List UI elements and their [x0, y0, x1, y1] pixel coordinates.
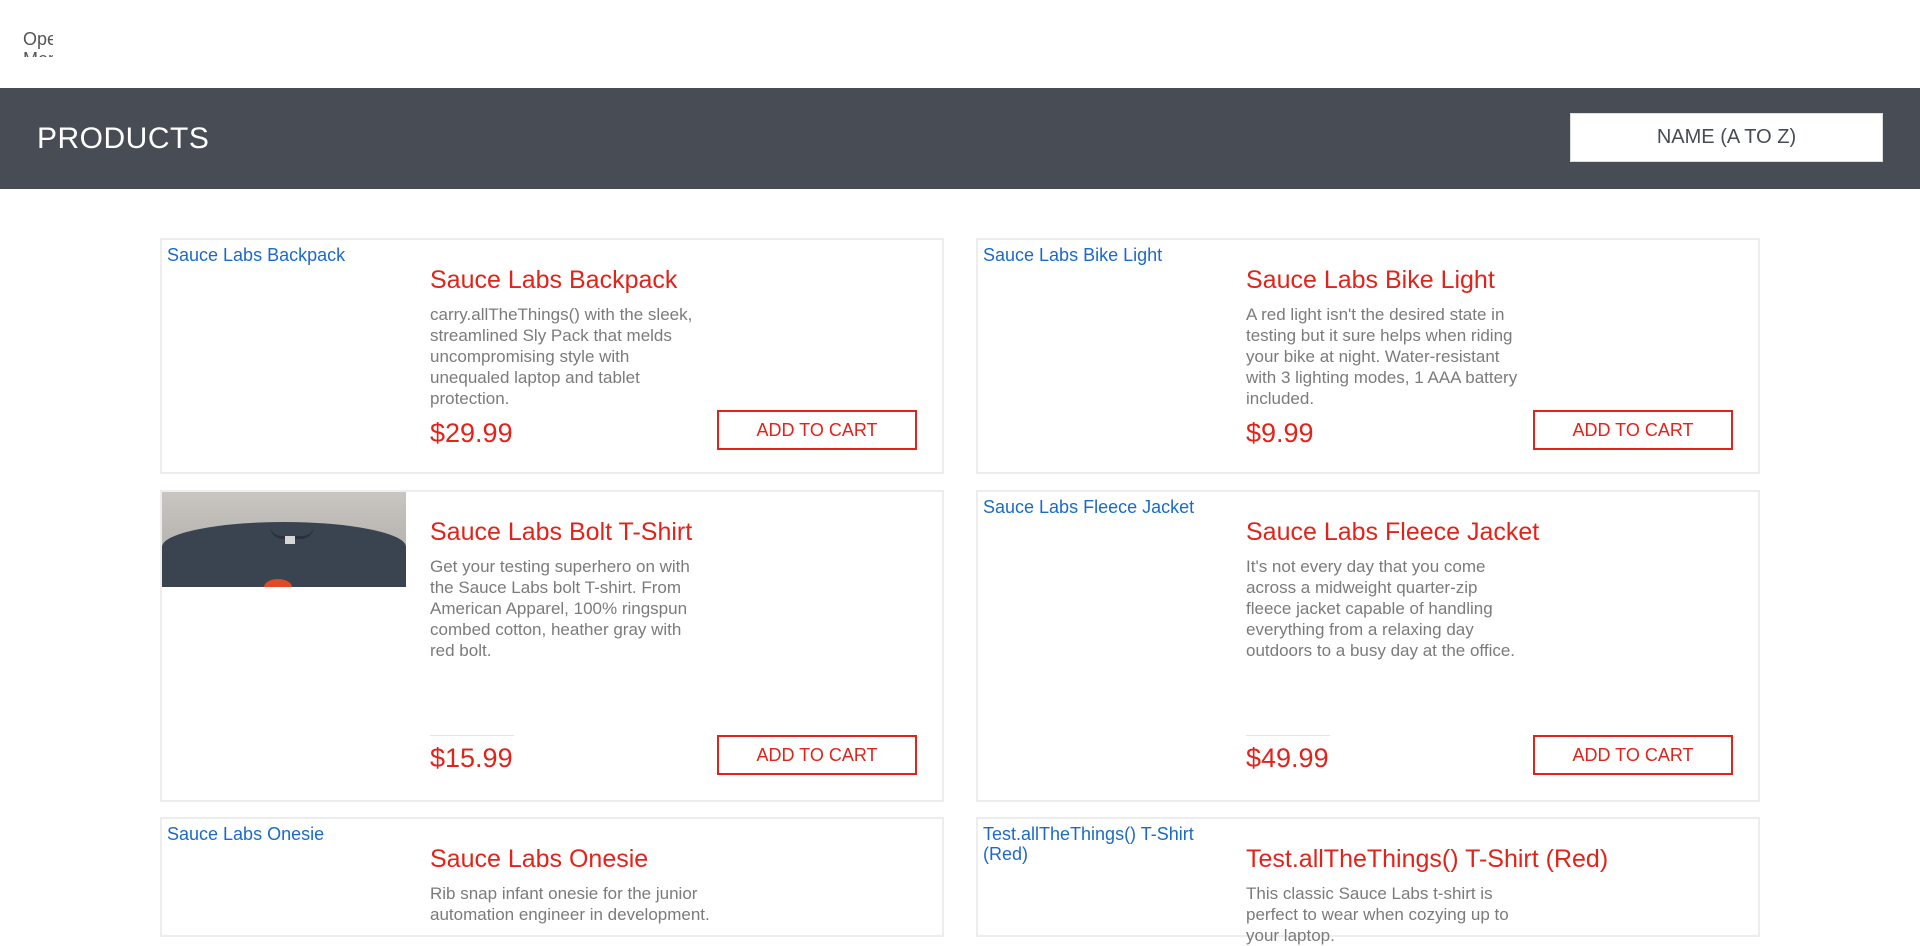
- product-image[interactable]: [162, 492, 406, 587]
- price-divider: [430, 735, 514, 736]
- page-title: PRODUCTS: [37, 122, 210, 155]
- product-price: $29.99: [430, 418, 513, 448]
- add-to-cart-button[interactable]: ADD TO CART: [717, 410, 917, 450]
- sort-select[interactable]: NAME (A TO Z): [1570, 113, 1883, 162]
- product-price: $15.99: [430, 743, 513, 773]
- product-name-link[interactable]: Sauce Labs Bike Light: [1246, 266, 1495, 295]
- product-card: Sauce Labs Bike Light Sauce Labs Bike Li…: [976, 238, 1760, 474]
- product-image[interactable]: Sauce Labs Backpack: [162, 240, 406, 335]
- product-image[interactable]: Sauce Labs Onesie: [162, 819, 406, 914]
- product-name-link[interactable]: Sauce Labs Backpack: [430, 266, 677, 295]
- product-description: A red light isn't the desired state in t…: [1246, 305, 1518, 408]
- product-image[interactable]: Test.allTheThings() T-Shirt (Red): [978, 819, 1222, 914]
- product-image-alt[interactable]: Sauce Labs Backpack: [167, 245, 345, 265]
- product-description: It's not every day that you come across …: [1246, 557, 1516, 660]
- product-name-link[interactable]: Sauce Labs Onesie: [430, 845, 648, 874]
- product-card: Sauce Labs Fleece Jacket Sauce Labs Flee…: [976, 490, 1760, 802]
- product-description: Rib snap infant onesie for the junior au…: [430, 884, 710, 924]
- tshirt-image[interactable]: [162, 492, 406, 587]
- tshirt-tag-shape: [285, 536, 295, 544]
- product-price: $49.99: [1246, 743, 1329, 773]
- product-description: carry.allTheThings() with the sleek, str…: [430, 305, 693, 408]
- product-card: Test.allTheThings() T-Shirt (Red) Test.a…: [976, 817, 1760, 945]
- product-image-alt[interactable]: Sauce Labs Onesie: [167, 824, 324, 844]
- open-menu-button[interactable]: Open Menu: [23, 29, 53, 57]
- product-description: Get your testing superhero on with the S…: [430, 557, 690, 660]
- product-price: $9.99: [1246, 418, 1314, 448]
- product-name-link[interactable]: Test.allTheThings() T-Shirt (Red): [1246, 845, 1608, 874]
- add-to-cart-button[interactable]: ADD TO CART: [1533, 735, 1733, 775]
- price-divider: [1246, 735, 1330, 736]
- product-name-link[interactable]: Sauce Labs Fleece Jacket: [1246, 518, 1539, 547]
- product-image-alt[interactable]: Sauce Labs Bike Light: [983, 245, 1162, 265]
- product-card: Sauce Labs Backpack Sauce Labs Backpack …: [160, 238, 944, 474]
- product-name-link[interactable]: Sauce Labs Bolt T-Shirt: [430, 518, 692, 547]
- top-bar: Open Menu: [0, 0, 1920, 88]
- product-image-alt[interactable]: Sauce Labs Fleece Jacket: [983, 497, 1194, 517]
- product-description: This classic Sauce Labs t-shirt is perfe…: [1246, 884, 1509, 945]
- add-to-cart-button[interactable]: ADD TO CART: [1533, 410, 1733, 450]
- product-card: Sauce Labs Bolt T-Shirt Get your testing…: [160, 490, 944, 802]
- product-image[interactable]: Sauce Labs Bike Light: [978, 240, 1222, 335]
- product-image[interactable]: Sauce Labs Fleece Jacket: [978, 492, 1222, 587]
- add-to-cart-button[interactable]: ADD TO CART: [717, 735, 917, 775]
- product-image-alt[interactable]: Test.allTheThings() T-Shirt (Red): [983, 824, 1203, 864]
- product-card: Sauce Labs Onesie Sauce Labs Onesie Rib …: [160, 817, 944, 937]
